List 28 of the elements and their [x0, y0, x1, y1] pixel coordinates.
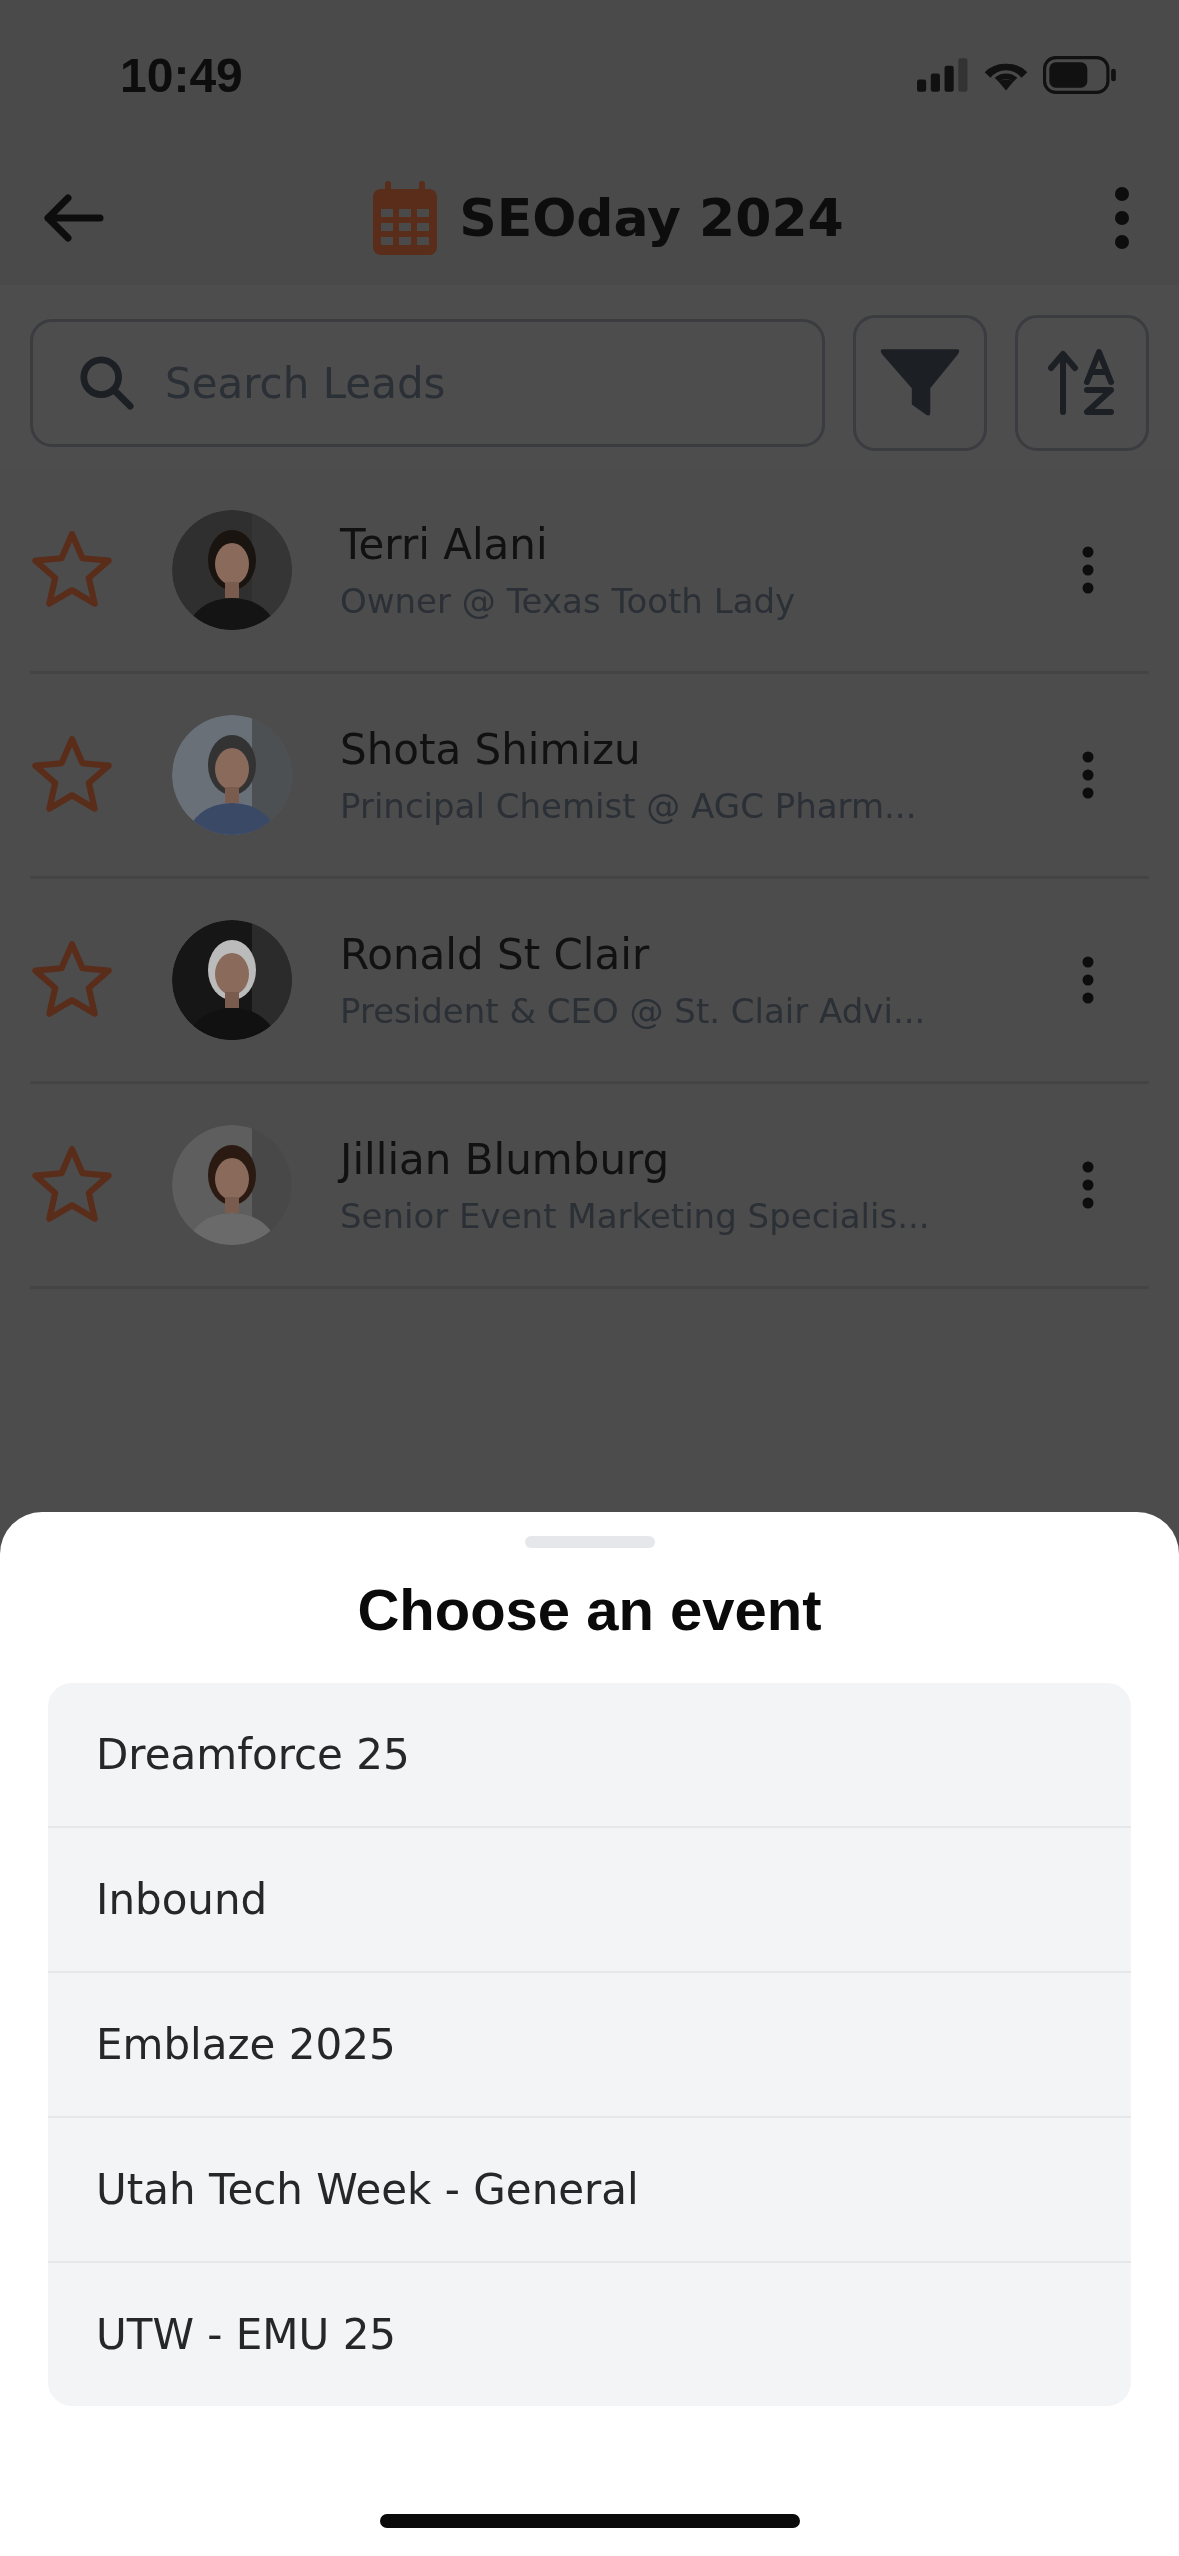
sort-button[interactable] [1015, 315, 1149, 451]
event-option[interactable]: Dreamforce 25 [48, 1683, 1131, 1826]
signal-icon [917, 58, 969, 92]
clock-time: 10:49 [120, 47, 243, 103]
battery-icon [1043, 56, 1119, 94]
lead-name: Shota Shimizu [340, 724, 642, 774]
event-option[interactable]: Utah Tech Week - General [48, 2116, 1131, 2261]
star-icon[interactable] [30, 530, 114, 610]
lead-name: Terri Alani [340, 519, 549, 569]
star-icon[interactable] [30, 940, 114, 1020]
more-options-icon[interactable] [1081, 955, 1095, 1005]
search-icon [78, 354, 136, 412]
more-options-icon[interactable] [1113, 185, 1131, 250]
filter-button[interactable] [853, 315, 987, 451]
more-options-icon[interactable] [1081, 545, 1095, 595]
event-option[interactable]: Emblaze 2025 [48, 1971, 1131, 2116]
more-options-icon[interactable] [1081, 750, 1095, 800]
sheet-title: Choose an event [357, 1576, 822, 1643]
event-title: SEOday 2024 [459, 187, 844, 248]
event-option[interactable]: Inbound [48, 1826, 1131, 1971]
star-icon[interactable] [30, 1145, 114, 1225]
star-icon[interactable] [30, 735, 114, 815]
lead-name: Ronald St Clair [340, 929, 651, 979]
event-option[interactable]: UTW - EMU 25 [48, 2261, 1131, 2406]
drag-handle[interactable] [524, 1536, 655, 1548]
sort-az-icon [1047, 348, 1117, 418]
calendar-icon [373, 180, 438, 255]
more-options-icon[interactable] [1081, 1160, 1095, 1210]
